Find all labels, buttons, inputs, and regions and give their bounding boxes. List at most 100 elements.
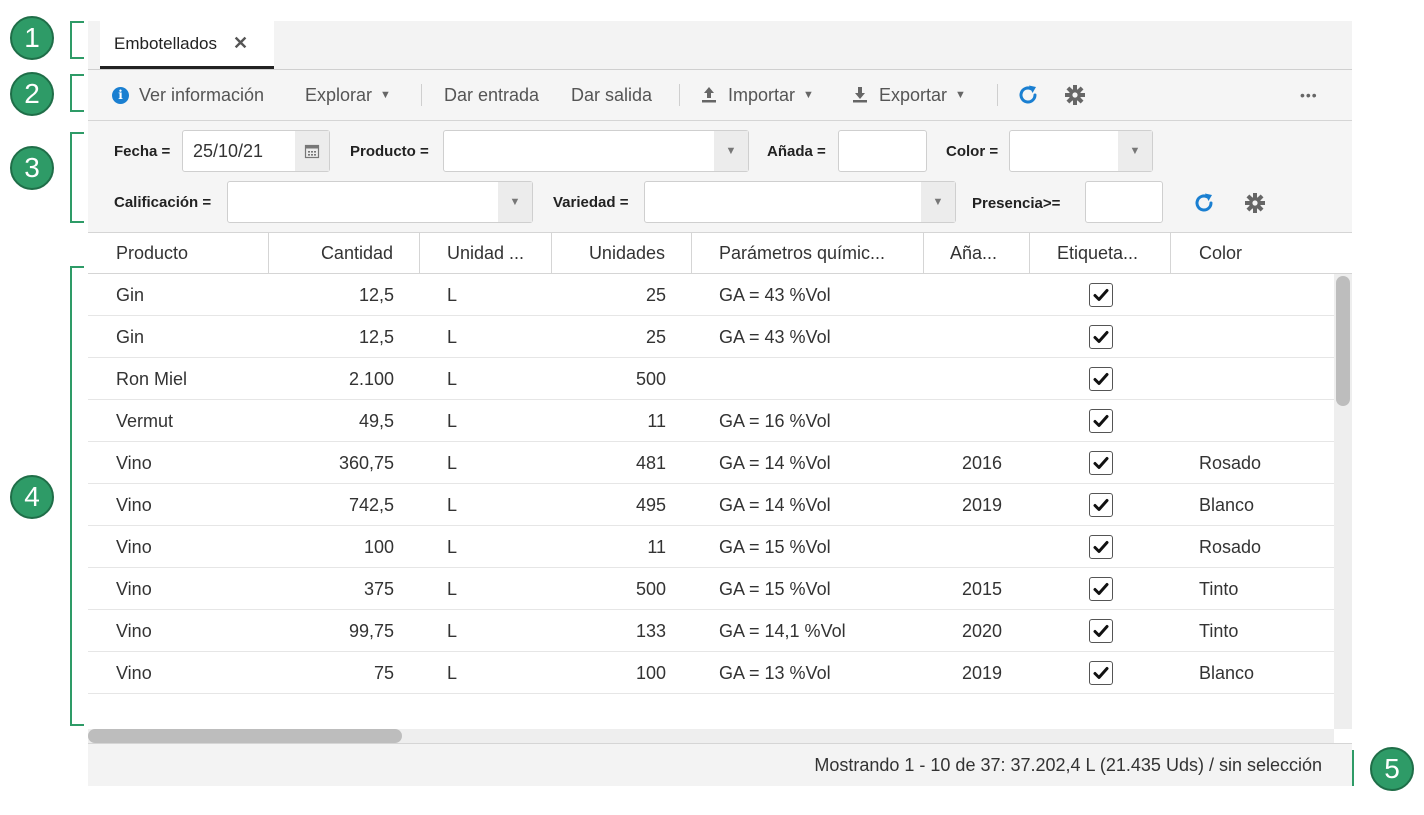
chevron-down-icon[interactable]: ▼ [498,182,532,222]
etiqueta-checkbox[interactable] [1088,451,1113,475]
cell-value: 375 [363,578,394,599]
column-header-producto[interactable]: Producto [88,233,269,273]
close-icon[interactable]: ✕ [233,33,248,54]
etiqueta-checkbox[interactable] [1088,493,1113,517]
dar-salida-button[interactable]: Dar salida [571,70,652,120]
callout-bracket-1 [70,21,84,59]
importar-dropdown[interactable]: Importar ▼ [699,70,814,120]
etiqueta-checkbox[interactable] [1088,409,1113,433]
download-icon [853,87,867,103]
dar-entrada-button[interactable]: Dar entrada [444,70,539,120]
cell-color [1171,358,1334,400]
cell-color [1171,316,1334,358]
ver-informacion-button[interactable]: i Ver información [112,70,264,120]
column-header-color[interactable]: Color [1171,233,1352,273]
importar-label: Importar [728,84,796,105]
etiqueta-checkbox[interactable] [1088,535,1113,559]
cell-cantidad: 2.100 [269,358,420,400]
anada-input[interactable] [838,130,927,172]
cell-value: 2016 [962,452,1003,473]
column-header-cantidad[interactable]: Cantidad [269,233,420,273]
table-row[interactable]: Vino 742,5 L 495 GA = 14 %Vol 2019 Blanco [88,484,1334,526]
cell-param: GA = 13 %Vol [692,652,924,694]
column-header-unidad[interactable]: Unidad ... [420,233,552,273]
cell-unidades: 11 [552,526,692,568]
table-row[interactable]: Vermut 49,5 L 11 GA = 16 %Vol [88,400,1334,442]
cell-value: L [447,326,458,347]
cell-color: Blanco [1171,484,1334,526]
table-row[interactable]: Ron Miel 2.100 L 500 [88,358,1334,400]
cell-color [1171,400,1334,442]
chevron-down-icon[interactable]: ▼ [714,131,748,171]
color-select[interactable]: ▼ [1009,130,1153,172]
table-row[interactable]: Vino 100 L 11 GA = 15 %Vol Rosado [88,526,1334,568]
filter-refresh-button[interactable] [1192,191,1216,220]
table-row[interactable]: Vino 75 L 100 GA = 13 %Vol 2019 Blanco [88,652,1334,694]
check-icon [1093,541,1108,553]
etiqueta-checkbox[interactable] [1088,661,1113,685]
chevron-down-icon[interactable]: ▼ [1118,131,1152,171]
table-row[interactable]: Vino 375 L 500 GA = 15 %Vol 2015 Tinto [88,568,1334,610]
cell-value: 99,75 [348,620,394,641]
horizontal-scrollbar-thumb[interactable] [88,729,402,743]
cell-value: Ron Miel [116,368,188,389]
variedad-select[interactable]: ▼ [644,181,956,223]
etiqueta-checkbox[interactable] [1088,577,1113,601]
column-header-label: Etiqueta... [1057,242,1139,263]
cell-producto: Vermut [88,400,269,442]
more-options-button[interactable]: ••• [1300,70,1318,120]
check-icon [1093,457,1108,469]
table-row[interactable]: Gin 12,5 L 25 GA = 43 %Vol [88,316,1334,358]
cell-value: GA = 14,1 %Vol [719,620,846,641]
callout-3: 3 [10,146,54,190]
cell-producto: Ron Miel [88,358,269,400]
vertical-scrollbar[interactable] [1334,274,1352,729]
tab-embotellados[interactable]: Embotellados ✕ [100,21,274,69]
callout-bracket-3 [70,132,84,223]
check-icon [1093,289,1108,301]
etiqueta-checkbox[interactable] [1088,325,1113,349]
vertical-scrollbar-thumb[interactable] [1336,276,1350,406]
dar-entrada-label: Dar entrada [444,84,540,105]
toolbar-divider [679,84,680,106]
more-icon: ••• [1300,87,1318,103]
etiqueta-checkbox[interactable] [1088,619,1113,643]
cell-value: 100 [635,662,666,683]
refresh-button[interactable] [1016,70,1040,120]
cell-unidad: L [420,274,552,316]
presencia-input[interactable] [1085,181,1163,223]
exportar-dropdown[interactable]: Exportar ▼ [850,70,966,120]
cell-anada [924,526,1030,568]
cell-cantidad: 360,75 [269,442,420,484]
column-header-etiqueta[interactable]: Etiqueta... [1030,233,1171,273]
chevron-down-icon[interactable]: ▼ [921,182,955,222]
producto-select[interactable]: ▼ [443,130,749,172]
cell-param: GA = 15 %Vol [692,568,924,610]
column-header-anada[interactable]: Aña... [924,233,1030,273]
table-row[interactable]: Vino 360,75 L 481 GA = 14 %Vol 2016 Rosado [88,442,1334,484]
table-row[interactable]: Gin 12,5 L 25 GA = 43 %Vol [88,274,1334,316]
check-icon [1093,499,1108,511]
fecha-field[interactable]: 25/10/21 [182,130,330,172]
grid-body: Gin 12,5 L 25 GA = 43 %Vol Gin 12,5 L 25 GA = 43 … [88,274,1334,729]
cell-etiqueta [1030,526,1171,568]
column-header-parametros[interactable]: Parámetros químic... [692,233,924,273]
explorar-dropdown[interactable]: Explorar ▼ [305,70,391,120]
cell-unidades: 133 [552,610,692,652]
table-row[interactable]: Vino 99,75 L 133 GA = 14,1 %Vol 2020 Tinto [88,610,1334,652]
filter-settings-button[interactable] [1244,192,1266,219]
fecha-label: Fecha = [114,143,171,160]
calendar-button[interactable] [295,131,329,171]
cell-cantidad: 375 [269,568,420,610]
cell-cantidad: 12,5 [269,274,420,316]
cell-etiqueta [1030,442,1171,484]
etiqueta-checkbox[interactable] [1088,367,1113,391]
settings-button[interactable] [1064,70,1086,120]
horizontal-scrollbar[interactable] [88,729,1334,743]
etiqueta-checkbox[interactable] [1088,283,1113,307]
column-header-unidades[interactable]: Unidades [552,233,692,273]
cell-producto: Gin [88,316,269,358]
calificacion-select[interactable]: ▼ [227,181,533,223]
toolbar: i Ver información Explorar ▼ Dar entrada… [88,70,1352,121]
cell-etiqueta [1030,274,1171,316]
